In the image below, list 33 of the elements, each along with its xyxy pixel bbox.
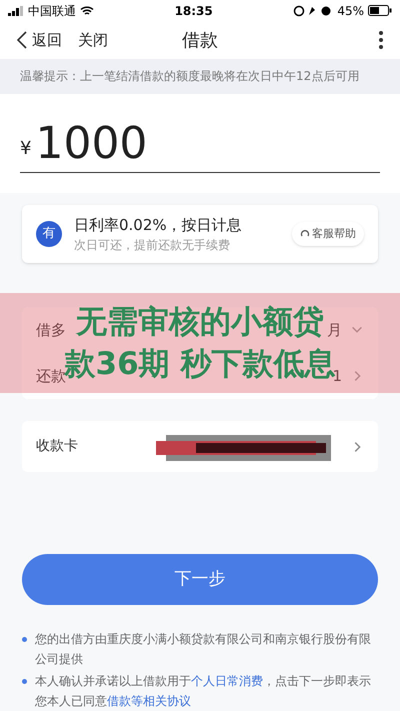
status-icons — [293, 4, 334, 17]
rate-subtitle: 次日可还，提前还款无手续费 — [74, 237, 231, 254]
bullet-icon — [22, 679, 27, 684]
help-button[interactable]: 客服帮助 — [292, 222, 364, 246]
bullet-icon — [22, 637, 27, 642]
lender-logo: 有 — [36, 221, 62, 248]
row-label: 还款 — [36, 367, 66, 388]
clock-time: 18:35 — [174, 2, 213, 20]
page-title: 借款 — [182, 28, 218, 53]
battery-percent: 45% — [337, 2, 364, 20]
rate-title: 日利率0.02%，按日计息 — [74, 214, 242, 236]
consumption-link[interactable]: 个人日常消费 — [191, 674, 263, 688]
amount-input[interactable]: 1000 — [35, 120, 148, 168]
currency-symbol: ¥ — [20, 136, 32, 161]
card-label: 收款卡 — [36, 437, 78, 456]
close-button[interactable]: 关闭 — [78, 28, 108, 52]
more-icon[interactable] — [378, 30, 384, 50]
row-label: 借多 — [36, 320, 66, 342]
wifi-icon — [80, 6, 94, 16]
carrier-name: 中国联通 — [28, 2, 76, 20]
back-button[interactable]: 返回 — [16, 28, 62, 52]
row-value: 月 — [327, 320, 342, 342]
notice-bar: 温馨提示：上一笔结清借款的额度最晚将在次日中午12点后可用 — [0, 58, 400, 94]
banner-text: 无需审核的小额贷 — [76, 303, 324, 342]
disclaimer-text: 本人确认并承诺以上借款用于个人日常消费，点击下一步即表示您本人已同意借款等相关协议 — [35, 673, 372, 710]
banner-text: 款36期 秒下款低息 — [64, 345, 336, 382]
battery-icon — [368, 5, 392, 16]
agreement-link[interactable]: 借款等相关协议 — [107, 694, 191, 708]
disclaimer-text: 您的出借方由重庆度小满小额贷款有限公司和南京银行股份有限公司提供 — [35, 631, 372, 668]
card-row[interactable]: 收款卡 — [22, 421, 378, 472]
next-button[interactable]: 下一步 — [22, 554, 378, 605]
back-icon — [16, 31, 28, 50]
signal-icon — [8, 6, 24, 16]
